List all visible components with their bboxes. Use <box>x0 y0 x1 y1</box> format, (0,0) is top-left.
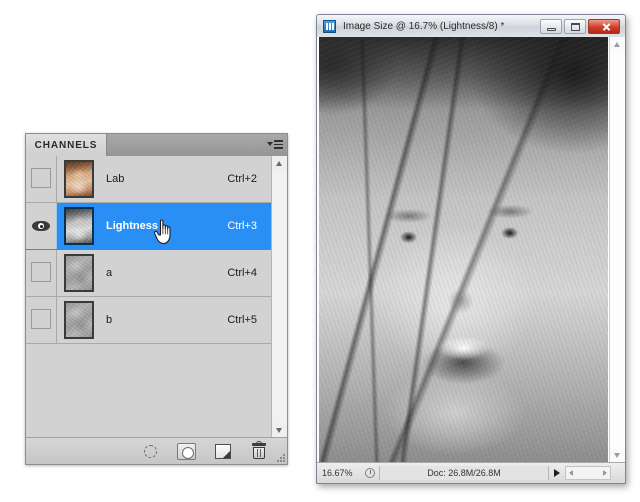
document-statusbar: 16.67% Doc: 26.8M/26.8M <box>317 462 625 483</box>
clock-icon <box>363 463 379 483</box>
maximize-button[interactable] <box>564 18 586 34</box>
load-channel-as-selection-icon[interactable] <box>141 441 161 461</box>
panel-resize-grip[interactable] <box>275 452 285 462</box>
photoshop-icon <box>323 19 336 33</box>
channel-row-b[interactable]: b Ctrl+5 <box>26 297 271 344</box>
channel-name-a: a <box>106 267 113 279</box>
visibility-toggle-a[interactable] <box>26 250 57 296</box>
channels-list: Lab Ctrl+2 Lightness Ctrl+3 a Ctrl+4 b C… <box>26 156 271 438</box>
create-new-channel-icon[interactable] <box>213 441 233 461</box>
eye-icon <box>32 220 50 232</box>
close-button[interactable] <box>588 18 620 34</box>
scroll-up-arrow-icon[interactable] <box>610 37 625 52</box>
scroll-right-arrow-icon[interactable] <box>603 470 607 476</box>
channel-thumbnail-a[interactable] <box>64 254 94 292</box>
channels-footer-icons <box>141 441 269 461</box>
channel-row-lightness[interactable]: Lightness Ctrl+3 <box>26 203 271 250</box>
hamburger-icon <box>274 140 283 149</box>
tab-channels[interactable]: CHANNELS <box>26 134 107 156</box>
channel-shortcut-a: Ctrl+4 <box>227 267 257 279</box>
visibility-checkbox <box>31 262 51 282</box>
document-vertical-scrollbar[interactable] <box>609 37 625 463</box>
window-titlebar[interactable]: Image Size @ 16.7% (Lightness/8) * <box>317 15 625 38</box>
scroll-up-arrow-icon[interactable] <box>272 156 287 171</box>
channels-list-empty-area <box>26 344 271 438</box>
channels-panel: CHANNELS Lab Ctrl+2 Lightness Ctrl+3 a C… <box>25 133 288 465</box>
channel-shortcut-lab: Ctrl+2 <box>227 173 257 185</box>
document-canvas-area <box>317 37 625 463</box>
document-size-info[interactable]: Doc: 26.8M/26.8M <box>379 466 549 480</box>
close-icon <box>602 22 611 31</box>
document-image[interactable] <box>319 37 608 463</box>
channels-panel-footer <box>26 437 287 464</box>
window-title: Image Size @ 16.7% (Lightness/8) * <box>343 20 505 32</box>
chevron-down-icon <box>267 142 273 146</box>
delete-channel-icon[interactable] <box>249 441 269 461</box>
minimize-button[interactable] <box>540 18 562 34</box>
zoom-level[interactable]: 16.67% <box>317 468 363 478</box>
channel-shortcut-b: Ctrl+5 <box>227 314 257 326</box>
thumbnail-grain <box>66 162 92 196</box>
channel-thumbnail-lab[interactable] <box>64 160 94 198</box>
channel-row-lab[interactable]: Lab Ctrl+2 <box>26 156 271 203</box>
panel-menu-icon[interactable] <box>267 138 283 152</box>
image-document-window: Image Size @ 16.7% (Lightness/8) * 16.67… <box>316 14 626 484</box>
visibility-toggle-lightness[interactable] <box>26 203 57 249</box>
visibility-checkbox <box>31 309 51 329</box>
channel-thumbnail-b[interactable] <box>64 301 94 339</box>
save-selection-as-channel-icon[interactable] <box>177 441 197 461</box>
channels-vertical-scrollbar[interactable] <box>271 156 287 438</box>
scroll-left-arrow-icon[interactable] <box>569 470 573 476</box>
scroll-down-arrow-icon[interactable] <box>272 423 287 438</box>
channel-name-lab: Lab <box>106 173 125 185</box>
photo-grain-overlay <box>319 37 608 463</box>
tab-channels-label: CHANNELS <box>34 139 98 151</box>
channel-thumbnail-lightness[interactable] <box>64 207 94 245</box>
expand-arrow-icon[interactable] <box>549 469 565 477</box>
channel-shortcut-lightness: Ctrl+3 <box>227 220 257 232</box>
visibility-toggle-b[interactable] <box>26 297 57 343</box>
visibility-toggle-lab[interactable] <box>26 156 57 202</box>
screenshot-root: CHANNELS Lab Ctrl+2 Lightness Ctrl+3 a C… <box>0 0 640 502</box>
thumbnail-grain <box>66 303 92 337</box>
document-horizontal-scrollbar[interactable] <box>565 466 611 480</box>
window-controls <box>540 18 620 34</box>
channel-name-lightness: Lightness <box>106 220 158 232</box>
scroll-down-arrow-icon[interactable] <box>610 448 625 463</box>
channel-row-a[interactable]: a Ctrl+4 <box>26 250 271 297</box>
panel-tabbar: CHANNELS <box>26 134 287 157</box>
channel-name-b: b <box>106 314 113 326</box>
thumbnail-grain <box>66 256 92 290</box>
thumbnail-grain <box>66 209 92 243</box>
visibility-checkbox <box>31 168 51 188</box>
channels-list-body: Lab Ctrl+2 Lightness Ctrl+3 a Ctrl+4 b C… <box>26 156 287 438</box>
